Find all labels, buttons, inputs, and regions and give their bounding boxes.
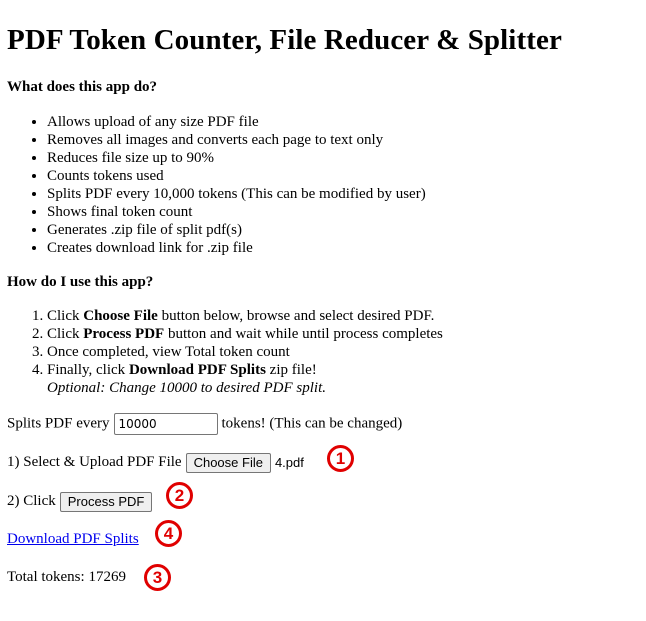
feature-item: Allows upload of any size PDF file <box>47 113 426 131</box>
page: PDF Token Counter, File Reducer & Splitt… <box>7 0 640 585</box>
step-item: Click Choose File button below, browse a… <box>47 307 443 325</box>
total-value: 17269 <box>88 569 126 585</box>
selected-filename: 4.pdf <box>274 454 304 470</box>
step-text: button below, browse and select desired … <box>157 308 435 324</box>
feature-item: Generates .zip file of split pdf(s) <box>47 221 426 239</box>
optional-note: Optional: Change 10000 to desired PDF sp… <box>47 380 327 396</box>
step-marker-1: 1 <box>327 445 354 472</box>
total-row: Total tokens: 17269 <box>7 567 126 587</box>
split-tokens-input[interactable] <box>113 413 218 435</box>
feature-item: Removes all images and converts each pag… <box>47 131 426 149</box>
feature-item: Shows final token count <box>47 203 426 221</box>
step-item: Click Process PDF button and wait while … <box>47 325 443 343</box>
step-text: zip file! <box>265 362 317 378</box>
steps-list: Click Choose File button below, browse a… <box>7 307 443 397</box>
step-marker-2: 2 <box>166 482 193 509</box>
step-bold: Download PDF Splits <box>128 362 266 378</box>
step-text: button and wait while until process comp… <box>164 326 443 342</box>
split-row: Splits PDF every tokens! (This can be cha… <box>7 413 402 435</box>
what-heading: What does this app do? <box>7 79 158 95</box>
feature-item: Counts tokens used <box>47 167 426 185</box>
how-heading: How do I use this app? <box>7 274 154 290</box>
step-marker-3: 3 <box>144 564 171 591</box>
feature-item: Creates download link for .zip file <box>47 239 426 257</box>
feature-item: Splits PDF every 10,000 tokens (This can… <box>47 185 426 203</box>
feature-item: Reduces file size up to 90% <box>47 149 426 167</box>
total-label: Total tokens: <box>7 569 85 585</box>
step-text: Finally, click <box>47 362 129 378</box>
split-label: Splits PDF every <box>7 415 110 432</box>
upload-row: 1) Select & Upload PDF File Choose File 4.… <box>7 452 304 473</box>
page-title: PDF Token Counter, File Reducer & Splitt… <box>7 24 562 56</box>
step-text: Click <box>47 326 84 342</box>
download-row: Download PDF Splits <box>7 529 139 549</box>
step-bold: Process PDF <box>83 326 165 342</box>
process-row: 2) Click Process PDF <box>7 491 154 512</box>
step-bold: Choose File <box>83 308 158 324</box>
choose-file-button[interactable]: Choose File <box>185 452 271 473</box>
split-suffix: tokens! (This can be changed) <box>221 415 403 432</box>
upload-label: 1) Select & Upload PDF File <box>7 454 182 470</box>
process-label: 2) Click <box>7 493 56 509</box>
step-text: Click <box>47 308 84 324</box>
step-item: Finally, click Download PDF Splits zip f… <box>47 361 443 397</box>
feature-list: Allows upload of any size PDF file Remov… <box>7 113 426 257</box>
step-item: Once completed, view Total token count <box>47 343 443 361</box>
step-marker-4: 4 <box>155 520 182 547</box>
process-pdf-button[interactable]: Process PDF <box>59 491 153 512</box>
download-pdf-splits-link[interactable]: Download PDF Splits <box>7 531 139 547</box>
